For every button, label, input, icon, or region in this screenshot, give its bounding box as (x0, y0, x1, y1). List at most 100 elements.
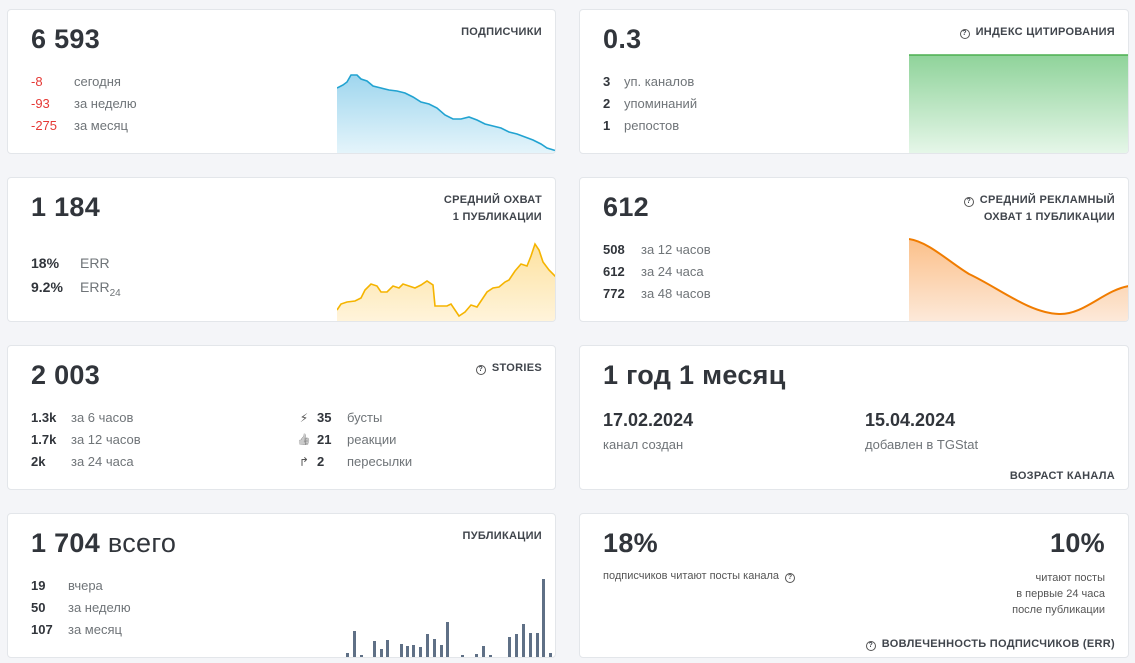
average-reach-label: СРЕДНИЙ ОХВАТ 1 ПУБЛИКАЦИИ (444, 192, 542, 226)
stat-value: -8 (31, 74, 43, 89)
err-stats: 18% ERR 9.2% ERR24 (31, 251, 121, 306)
stat-value: 21 (317, 432, 332, 447)
stat-row: 107 за месяц (31, 619, 131, 641)
stat-row: ⚡ 35 бусты (297, 407, 412, 429)
stat-value: -93 (31, 96, 50, 111)
help-icon[interactable]: ? (475, 365, 486, 375)
label-line: 1 ПУБЛИКАЦИИ (452, 211, 542, 223)
posts-bar-chart (346, 579, 552, 657)
stat-label: бусты (347, 410, 383, 425)
err-subscript: 24 (109, 287, 121, 299)
stat-value: 612 (603, 264, 625, 279)
added-date: 15.04.2024 (865, 410, 956, 430)
stat-label: пересылки (347, 454, 413, 469)
reach-sparkline (337, 242, 555, 321)
lightning-icon: ⚡ (299, 411, 309, 425)
engagement-left-text: подписчиков читают посты канала (603, 570, 780, 582)
stat-row: 1.7k за 12 часов (31, 429, 141, 451)
engagement-card[interactable]: 18% подписчиков читают посты канала? 10%… (579, 513, 1129, 658)
stat-label: упоминаний (624, 96, 698, 111)
stat-row: 1 репостов (603, 115, 697, 137)
note-line: читают посты (1035, 572, 1105, 584)
stat-label: ERR24 (80, 275, 121, 306)
stat-value: 1.3k (31, 410, 57, 425)
stat-row: 772 за 48 часов (603, 283, 711, 305)
help-icon[interactable]: ? (785, 573, 796, 583)
engagement-right-text: читают посты в первые 24 часа после публ… (1012, 570, 1105, 618)
help-icon[interactable]: ? (865, 641, 876, 651)
subscribers-stats: -8 сегодня -93 за неделю -275 за месяц (31, 71, 137, 137)
created-date-label: канал создан (603, 437, 684, 452)
stat-label: за месяц (74, 118, 128, 133)
stories-card[interactable]: 2 003 ? STORIES 1.3k за 6 часов 1.7k за 12 … (7, 345, 556, 490)
stat-value: 50 (31, 600, 46, 615)
stat-label: репостов (624, 118, 680, 133)
stat-row: 508 за 12 часов (603, 239, 711, 261)
average-reach-card[interactable]: 1 184 СРЕДНИЙ ОХВАТ 1 ПУБЛИКАЦИИ 18% ERR 9… (7, 177, 556, 322)
engagement-label: ? ВОВЛЕЧЕННОСТЬ ПОДПИСЧИКОВ (ERR) (865, 636, 1115, 653)
channel-age-label: ВОЗРАСТ КАНАЛА (1009, 470, 1115, 482)
stat-value: 2 (603, 96, 611, 111)
label-line: СРЕДНИЙ РЕКЛАМНЫЙ (979, 194, 1115, 206)
stat-row: 2 упоминаний (603, 93, 697, 115)
stat-label: за 12 часов (641, 242, 711, 257)
stat-value: 3 (603, 74, 611, 89)
posts-total-suffix: всего (107, 528, 177, 558)
help-icon[interactable]: ? (959, 29, 970, 39)
note-line: в первые 24 часа (1016, 588, 1105, 600)
stat-label: за 12 часов (71, 432, 141, 447)
created-date: 17.02.2024 (603, 410, 694, 430)
label-line: СРЕДНИЙ ОХВАТ (443, 194, 542, 206)
ad-reach-label: ? СРЕДНИЙ РЕКЛАМНЫЙ ОХВАТ 1 ПУБЛИКАЦИИ (963, 192, 1115, 226)
stat-row: ↱ 2 пересылки (297, 451, 412, 473)
stat-row: 1.3k за 6 часов (31, 407, 141, 429)
added-date-label: добавлен в TGStat (865, 437, 979, 452)
stat-row: 👍 21 реакции (297, 429, 412, 451)
stat-row: 612 за 24 часа (603, 261, 711, 283)
stat-label: за 48 часов (641, 286, 711, 301)
citation-card[interactable]: 0.3 ? ИНДЕКС ЦИТИРОВАНИЯ 3 уп. каналов 2 уп… (579, 9, 1129, 154)
stat-label: уп. каналов (624, 74, 695, 89)
stat-label: за месяц (68, 622, 122, 637)
stat-label: за неделю (74, 96, 137, 111)
posts-stats: 19 вчера 50 за неделю 107 за месяц (31, 575, 131, 641)
stat-value: 18% (31, 255, 60, 271)
posts-card[interactable]: 1 704 всего ПУБЛИКАЦИИ 19 вчера 50 за неде… (7, 513, 556, 658)
subscribers-sparkline (337, 74, 555, 153)
thumbs-up-icon: 👍 (297, 434, 311, 446)
stat-value: 107 (31, 622, 53, 637)
ad-reach-card[interactable]: 612 ? СРЕДНИЙ РЕКЛАМНЫЙ ОХВАТ 1 ПУБЛИКАЦИИ… (579, 177, 1129, 322)
channel-age-card[interactable]: 1 год 1 месяц 17.02.2024 канал создан 15… (579, 345, 1129, 490)
average-reach-value: 1 184 (31, 192, 101, 222)
stories-view-stats: 1.3k за 6 часов 1.7k за 12 часов 2k за 24 ч… (31, 407, 141, 473)
stories-views-value: 2 003 (31, 360, 101, 390)
stat-row: 18% ERR (31, 251, 121, 275)
stat-row: 3 уп. каналов (603, 71, 697, 93)
subscribers-card[interactable]: 6 593 ПОДПИСЧИКИ -8 сегодня -93 за неделю … (7, 9, 556, 154)
stat-row: -275 за месяц (31, 115, 137, 137)
citation-index-value: 0.3 (603, 24, 642, 54)
stat-value: 2 (317, 454, 325, 469)
ad-reach-sparkline (909, 238, 1128, 321)
stat-label: вчера (68, 578, 103, 593)
stat-label: за 24 часа (71, 454, 134, 469)
stat-label: за неделю (68, 600, 131, 615)
help-icon[interactable]: ? (963, 197, 974, 207)
stories-interaction-stats: ⚡ 35 бусты 👍 21 реакции ↱ 2 пересылки (297, 407, 412, 473)
citation-label-text: ИНДЕКС ЦИТИРОВАНИЯ (975, 26, 1115, 38)
channel-age-value: 1 год 1 месяц (603, 360, 786, 390)
stat-value: 1.7k (31, 432, 57, 447)
label-line: ОХВАТ 1 ПУБЛИКАЦИИ (983, 211, 1115, 223)
subscribers-count: 6 593 (31, 24, 101, 54)
stat-value: 1 (603, 118, 611, 133)
citation-sparkline (909, 54, 1128, 153)
posts-total: 1 704 всего (31, 528, 176, 559)
stat-row: -8 сегодня (31, 71, 137, 93)
citation-label: ? ИНДЕКС ЦИТИРОВАНИЯ (959, 24, 1115, 41)
stat-label: за 6 часов (71, 410, 134, 425)
stat-value: 2k (31, 454, 46, 469)
stat-value: 508 (603, 242, 625, 257)
stat-value: 35 (317, 410, 332, 425)
stat-value: 19 (31, 578, 46, 593)
stat-row: 50 за неделю (31, 597, 131, 619)
